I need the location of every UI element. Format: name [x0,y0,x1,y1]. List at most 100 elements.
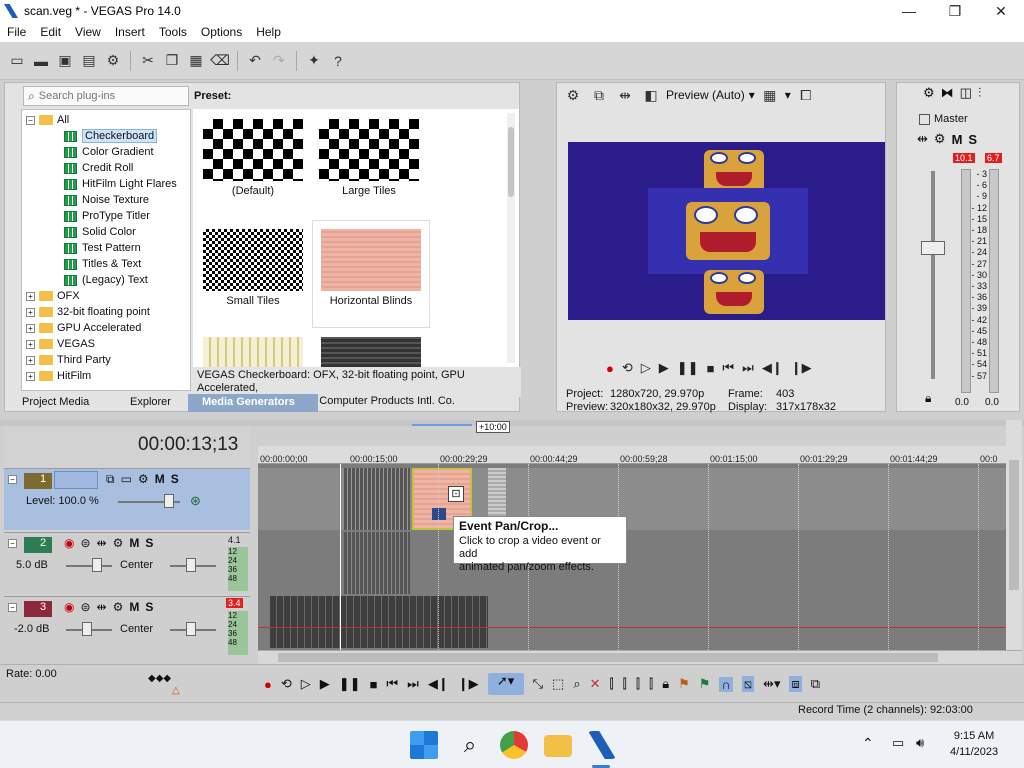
lock-icon[interactable]: 🔒︎ [925,391,931,406]
tree-node-32bit[interactable]: +32-bit floating point [26,304,150,320]
previous-frame-icon[interactable]: ◀❙ [428,676,449,692]
master-fader-knob[interactable] [921,241,945,255]
collapse-icon[interactable]: − [8,475,17,484]
maximize-button[interactable]: ❐ [932,0,978,22]
stop-icon[interactable]: ■ [370,677,378,692]
tree-node-color-gradient[interactable]: Color Gradient [64,144,154,160]
copy-icon[interactable]: ❐ [161,50,183,72]
expand-icon[interactable]: + [26,323,35,333]
tree-node-checkerboard[interactable]: Checkerboard [64,128,158,144]
rate-slider-icon[interactable]: ◆◆◆ [148,673,176,684]
go-to-end-icon[interactable]: ⏭ [407,676,419,692]
play-from-start-icon[interactable]: ▷ [301,676,311,692]
marker-icon[interactable]: ⚑ [678,676,690,692]
scroll-thumb[interactable] [1009,460,1019,590]
bypass-motion-blur-icon[interactable]: ⧉ [106,472,115,487]
stop-icon[interactable]: ■ [707,361,715,376]
time-ruler[interactable]: 00:00:00;00 00:00:15;00 00:00:29;29 00:0… [258,446,1006,464]
record-icon[interactable]: ● [606,361,614,376]
tab-media-generators[interactable]: Media Generators [188,394,318,412]
arm-record-icon[interactable]: ◉ [64,600,74,614]
event-pan-crop-icon[interactable]: ⊡ [448,486,464,502]
video-event-1[interactable] [344,468,410,530]
master-solo-button[interactable]: S [968,132,977,147]
snapping-icon[interactable]: ∩ [719,676,733,692]
expand-icon[interactable]: + [26,339,35,349]
fx-icon[interactable]: ⇹ [97,600,107,614]
play-icon[interactable]: ▶ [320,676,330,692]
menu-view[interactable]: View [68,25,108,39]
split-screen-icon[interactable]: ⇹ [614,84,636,106]
delete-icon[interactable]: ✕ [590,676,601,692]
preset-thumbnail-partial[interactable] [321,337,421,367]
network-icon[interactable]: ▭ [892,735,904,751]
search-plugins-input[interactable] [38,90,179,102]
paste-icon[interactable]: ▦ [185,50,207,72]
track-2-pan-knob[interactable] [186,558,196,572]
master-mute-button[interactable]: M [952,132,963,147]
envelope-tool-icon[interactable]: ⤡ [533,676,543,692]
record-icon[interactable]: ● [264,677,272,692]
vegas-taskbar-icon[interactable] [588,731,616,759]
tree-node-hitfilm-light-flares[interactable]: HitFilm Light Flares [64,176,177,192]
save-icon[interactable]: ▣ [54,50,76,72]
tree-node-credit-roll[interactable]: Credit Roll [64,160,133,176]
track-2-mute[interactable]: M [129,536,139,550]
compositing-mode-icon[interactable]: ▭ [121,472,132,487]
dim-icon[interactable]: ◫ [960,85,972,101]
fx-icon[interactable]: ⇹ [917,131,928,147]
redo-icon[interactable]: ↷ [268,50,290,72]
track-2-volume-slider[interactable] [66,565,112,567]
open-icon[interactable]: ▬ [30,50,52,72]
menu-insert[interactable]: Insert [108,25,152,39]
menu-tools[interactable]: Tools [152,25,194,39]
lock-envelopes-icon[interactable]: ⧈ [789,676,802,692]
track-3-pan-knob[interactable] [186,622,196,636]
timeline-horizontal-scrollbar[interactable] [258,650,1022,664]
tree-node-titles-text[interactable]: Titles & Text [64,256,141,272]
loop-icon[interactable]: ⟲ [622,360,633,376]
tree-node-legacy-text[interactable]: (Legacy) Text [64,272,148,288]
trim-end-icon[interactable]: ⫿ [636,676,640,692]
zoom-tool-icon[interactable]: ⌕ [573,676,580,692]
split-icon[interactable]: ⫿ [649,676,653,692]
tree-node-protype-titler[interactable]: ProType Titler [64,208,150,224]
render-icon[interactable]: ✦ [303,50,325,72]
track-1-solo[interactable]: S [171,472,179,487]
arm-record-icon[interactable]: ◉ [64,536,74,550]
track-3-volume-knob[interactable] [82,622,92,636]
pause-icon[interactable]: ❚❚ [339,676,361,692]
menu-help[interactable]: Help [249,25,288,39]
next-frame-icon[interactable]: ❙▶ [458,676,479,692]
track-2-volume-knob[interactable] [92,558,102,572]
tree-node-test-pattern[interactable]: Test Pattern [64,240,141,256]
preset-large-tiles[interactable]: Large Tiles [311,111,427,217]
file-explorer-icon[interactable] [544,735,572,757]
track-1-video[interactable]: − 1 ⧉ ▭ ⚙ M S Level: 100.0 % ⊛ [4,468,250,530]
preset-horizontal-blinds[interactable]: Horizontal Blinds [312,220,430,328]
trim-start-icon[interactable]: ⫿ [623,676,627,692]
fx-icon[interactable]: ⇹ [97,536,107,550]
settings-icon[interactable]: ⚙ [113,536,124,550]
ripple-edit-icon[interactable]: ⇹▾ [763,676,780,692]
preset-small-tiles[interactable]: Small Tiles [195,221,311,327]
composite-icon[interactable]: ⊛ [190,493,201,509]
tree-node-hitfilm[interactable]: + HitFilm [26,368,91,384]
loop-icon[interactable]: ⟲ [281,676,292,692]
save-as-icon[interactable]: ▤ [78,50,100,72]
menu-file[interactable]: File [0,25,33,39]
volume-icon[interactable]: 🔊︎ [916,735,924,751]
minimize-button[interactable]: — [886,0,932,22]
go-to-end-icon[interactable]: ⏭ [742,360,754,376]
preview-mode-icon[interactable]: ◧ [640,84,662,106]
audio-event-track-2[interactable] [344,532,410,594]
lock-channels-icon[interactable]: ⫶ [978,85,981,101]
overlays-icon[interactable]: ▦ [759,84,781,106]
go-to-start-icon[interactable]: ⏮ [386,676,398,692]
cut-icon[interactable]: ✂ [137,50,159,72]
timeline-lanes[interactable]: ⊡ [258,464,1006,650]
tree-node-ofx[interactable]: + OFX [26,288,80,304]
pause-icon[interactable]: ❚❚ [677,360,699,376]
playhead-cursor[interactable] [340,464,341,650]
windows-start-icon[interactable] [410,731,438,759]
